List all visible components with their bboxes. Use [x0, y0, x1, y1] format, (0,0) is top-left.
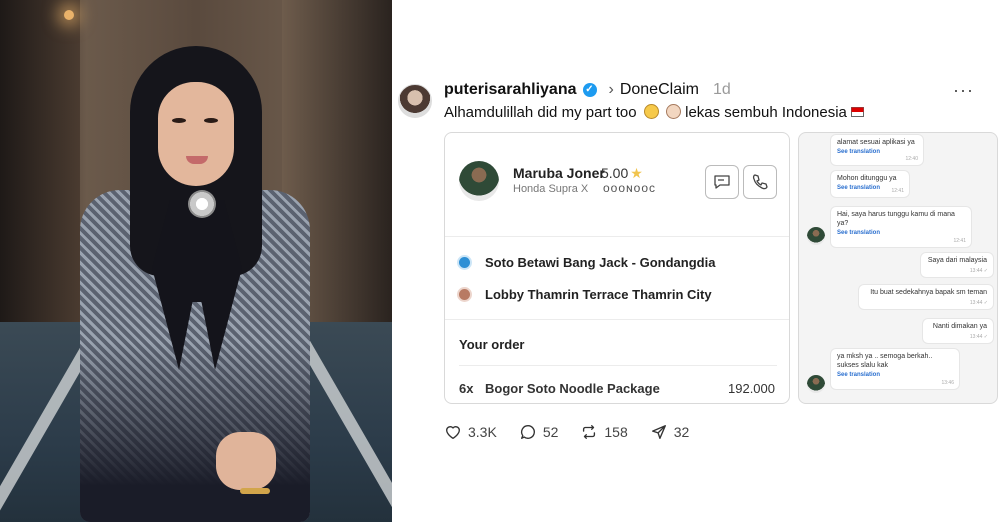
- driver-avatar: [459, 161, 499, 201]
- share-count: 32: [673, 424, 690, 440]
- screenshot-frame: puterisarahliyana ✓ › DoneClaim 1d ··· A…: [0, 0, 1000, 522]
- like-count: 3.3K: [468, 424, 497, 440]
- caption-text: Alhamdulillah did my part too: [444, 104, 637, 121]
- message-text: alamat sesuai aplikasi ya: [837, 139, 915, 146]
- dropoff-dot-icon: [459, 289, 470, 300]
- photo-woman: [80, 40, 310, 522]
- message-time: 13:44 ✓: [969, 333, 988, 340]
- chat-driver-avatar: [807, 227, 825, 245]
- message-time: 12:41: [891, 187, 904, 194]
- message-time: 12:41: [953, 237, 966, 244]
- chat-message-incoming: alamat sesuai aplikasi ya See translatio…: [831, 135, 923, 165]
- chat-message-incoming: Mohon ditunggu ya See translation 12:41: [831, 171, 909, 197]
- post-header: puterisarahliyana ✓ › DoneClaim 1d: [444, 80, 731, 100]
- divider: [459, 365, 777, 366]
- message-text: Mohon ditunggu ya: [837, 175, 897, 182]
- message-text: Hai, saya harus tunggu kamu di mana ya?: [837, 211, 955, 228]
- rating-value: 5.00: [601, 165, 629, 181]
- chat-message-incoming: ya mksh ya .. semoga berkah.. sukses sla…: [831, 349, 959, 389]
- divider: [445, 319, 789, 320]
- send-icon: [651, 425, 666, 439]
- chat-screenshot[interactable]: alamat sesuai aplikasi ya See translatio…: [798, 132, 998, 404]
- photo-brooch: [188, 190, 216, 218]
- photo-face: [158, 82, 234, 186]
- repost-button[interactable]: 158: [580, 423, 628, 441]
- chat-driver-avatar: [807, 375, 825, 393]
- heart-icon: [446, 426, 460, 439]
- message-text: ya mksh ya .. semoga berkah.. sukses sla…: [837, 353, 933, 370]
- chat-bubble-icon: [714, 175, 730, 189]
- message-time: 13:44 ✓: [969, 267, 988, 274]
- see-translation-link[interactable]: See translation: [837, 230, 965, 238]
- message-time: 12:40: [905, 155, 918, 162]
- threads-post: puterisarahliyana ✓ › DoneClaim 1d ··· A…: [392, 0, 1000, 522]
- star-icon: ★: [630, 165, 643, 181]
- photo-eye: [172, 118, 186, 123]
- ride-order-screenshot[interactable]: Maruba Joner 5.00 ★ Honda Supra X ᴏᴏᴏɴᴏᴏᴄ…: [444, 132, 790, 404]
- post-actions: 3.3K 52 158 32: [444, 422, 711, 442]
- hand-heart-emoji-icon: [665, 104, 681, 119]
- driver-name: Maruba Joner: [513, 165, 605, 181]
- message-text: Itu buat sedekahnya bapak sm teman: [870, 289, 987, 296]
- order-item-name: Bogor Soto Noodle Package: [485, 381, 660, 396]
- photo-lips: [186, 156, 208, 164]
- message-text: Nanti dimakan ya: [932, 323, 987, 330]
- post-caption: Alhamdulillah did my part too lekas semb…: [444, 104, 865, 121]
- driver-rating: 5.00 ★: [601, 165, 643, 182]
- pickup-dot-icon: [459, 257, 470, 268]
- chat-message-outgoing: Nanti dimakan ya 13:44 ✓: [923, 319, 993, 343]
- call-button[interactable]: [743, 165, 777, 199]
- comment-count: 52: [542, 424, 559, 440]
- message-time: 13:46: [941, 379, 954, 386]
- comment-icon: [520, 425, 535, 439]
- photo-bracelet: [240, 488, 270, 494]
- phone-icon: [752, 174, 768, 190]
- post-photo[interactable]: [0, 0, 392, 522]
- post-timestamp[interactable]: 1d: [713, 81, 731, 99]
- chat-message-incoming: Hai, saya harus tunggu kamu di mana ya? …: [831, 207, 971, 247]
- driver-vehicle: Honda Supra X: [513, 183, 589, 195]
- your-order-heading: Your order: [459, 337, 525, 352]
- photo-eye: [204, 118, 218, 123]
- caption-tail-text: lekas sembuh Indonesia: [685, 104, 847, 121]
- chat-button[interactable]: [705, 165, 739, 199]
- vehicle-plate: ᴏᴏᴏɴᴏᴏᴄ: [603, 181, 657, 195]
- repost-icon: [583, 425, 596, 439]
- repost-count: 158: [604, 424, 628, 440]
- see-translation-link[interactable]: See translation: [837, 372, 953, 380]
- like-button[interactable]: 3.3K: [444, 423, 497, 441]
- order-item-price: 192.000: [728, 381, 775, 396]
- chevron-right-icon: ›: [608, 81, 614, 98]
- verified-badge-icon: ✓: [582, 83, 597, 97]
- username-link[interactable]: puterisarahliyana: [444, 81, 577, 99]
- comment-button[interactable]: 52: [519, 423, 559, 441]
- message-text: Saya dari malaysia: [927, 257, 987, 264]
- user-avatar[interactable]: [398, 84, 432, 118]
- chat-message-outgoing: Saya dari malaysia 13:44 ✓: [921, 253, 993, 277]
- photo-ceiling-light: [64, 10, 74, 20]
- dropoff-location: Lobby Thamrin Terrace Thamrin City: [485, 287, 712, 302]
- smiling-face-emoji-icon: [643, 104, 659, 119]
- channel-link[interactable]: DoneClaim: [620, 81, 699, 99]
- indonesia-flag-icon: [851, 107, 865, 117]
- message-time: 13:44 ✓: [969, 299, 988, 306]
- share-button[interactable]: 32: [650, 423, 690, 441]
- divider: [445, 236, 789, 237]
- more-options-icon[interactable]: ···: [953, 80, 974, 101]
- photo-hands: [216, 432, 276, 490]
- pickup-location: Soto Betawi Bang Jack - Gondangdia: [485, 255, 716, 270]
- chat-message-outgoing: Itu buat sedekahnya bapak sm teman 13:44…: [859, 285, 993, 309]
- order-item-quantity: 6x: [459, 381, 474, 396]
